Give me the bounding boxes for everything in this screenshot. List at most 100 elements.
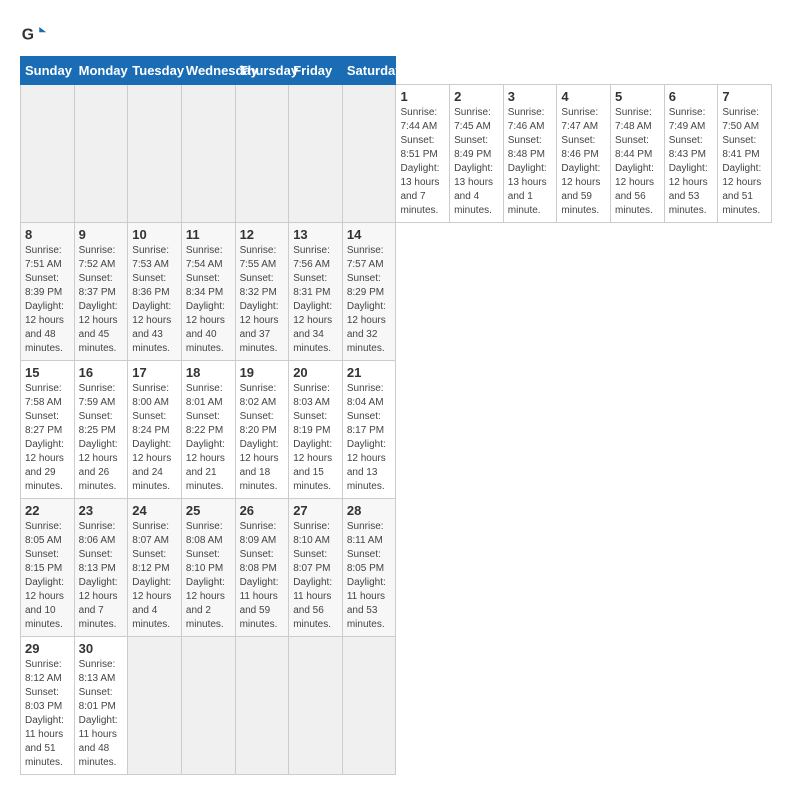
day-number: 2: [454, 89, 499, 104]
day-cell-2: 2 Sunrise: 7:45 AMSunset: 8:49 PMDaylight…: [450, 85, 504, 223]
day-cell-10: 10 Sunrise: 7:53 AMSunset: 8:36 PMDayligh…: [128, 223, 182, 361]
day-cell-16: 16Sunrise: 7:59 AMSunset: 8:25 PMDayligh…: [74, 361, 128, 499]
day-content: Sunrise: 8:11 AMSunset: 8:05 PMDaylight:…: [347, 520, 392, 632]
day-number: 9: [79, 227, 124, 242]
day-content: Sunrise: 8:08 AMSunset: 8:10 PMDaylight:…: [186, 520, 231, 632]
weekday-header-tuesday: Tuesday: [128, 57, 182, 85]
day-number: 27: [293, 503, 338, 518]
day-number: 21: [347, 365, 392, 380]
day-number: 14: [347, 227, 392, 242]
logo-icon: G: [20, 20, 48, 48]
day-content: Sunrise: 8:02 AMSunset: 8:20 PMDaylight:…: [240, 382, 285, 494]
day-content: Sunrise: 7:46 AMSunset: 8:48 PMDaylight:…: [508, 106, 553, 218]
day-number: 19: [240, 365, 285, 380]
day-content: Sunrise: 8:03 AMSunset: 8:19 PMDaylight:…: [293, 382, 338, 494]
day-number: 25: [186, 503, 231, 518]
day-cell-22: 22Sunrise: 8:05 AMSunset: 8:15 PMDayligh…: [21, 499, 75, 637]
day-content: Sunrise: 8:06 AMSunset: 8:13 PMDaylight:…: [79, 520, 124, 632]
day-content: Sunrise: 8:10 AMSunset: 8:07 PMDaylight:…: [293, 520, 338, 632]
weekday-header-monday: Monday: [74, 57, 128, 85]
day-cell-23: 23 Sunrise: 8:06 AMSunset: 8:13 PMDayligh…: [74, 499, 128, 637]
day-cell-4: 4Sunrise: 7:47 AMSunset: 8:46 PMDaylight…: [557, 85, 611, 223]
day-content: Sunrise: 7:56 AMSunset: 8:31 PMDaylight:…: [293, 244, 338, 356]
weekday-header-friday: Friday: [289, 57, 343, 85]
day-content: Sunrise: 8:01 AMSunset: 8:22 PMDaylight:…: [186, 382, 231, 494]
day-content: Sunrise: 8:13 AMSunset: 8:01 PMDaylight:…: [79, 658, 124, 770]
calendar-week-1: 1 Sunrise: 7:44 AMSunset: 8:51 PMDaylight…: [21, 85, 772, 223]
day-number: 7: [722, 89, 767, 104]
day-number: 5: [615, 89, 660, 104]
weekday-header-saturday: Saturday: [342, 57, 396, 85]
day-number: 20: [293, 365, 338, 380]
day-content: Sunrise: 7:44 AMSunset: 8:51 PMDaylight:…: [400, 106, 445, 218]
day-number: 22: [25, 503, 70, 518]
day-number: 24: [132, 503, 177, 518]
day-content: Sunrise: 7:52 AMSunset: 8:37 PMDaylight:…: [79, 244, 124, 356]
day-content: Sunrise: 7:57 AMSunset: 8:29 PMDaylight:…: [347, 244, 392, 356]
day-number: 12: [240, 227, 285, 242]
day-cell-12: 12 Sunrise: 7:55 AMSunset: 8:32 PMDayligh…: [235, 223, 289, 361]
day-content: Sunrise: 8:09 AMSunset: 8:08 PMDaylight:…: [240, 520, 285, 632]
empty-cell: [181, 85, 235, 223]
day-content: Sunrise: 7:49 AMSunset: 8:43 PMDaylight:…: [669, 106, 714, 218]
empty-cell: [235, 637, 289, 775]
day-number: 15: [25, 365, 70, 380]
day-content: Sunrise: 7:50 AMSunset: 8:41 PMDaylight:…: [722, 106, 767, 218]
day-content: Sunrise: 7:58 AMSunset: 8:27 PMDaylight:…: [25, 382, 70, 494]
day-number: 10: [132, 227, 177, 242]
day-cell-6: 6Sunrise: 7:49 AMSunset: 8:43 PMDaylight…: [664, 85, 718, 223]
day-content: Sunrise: 7:45 AMSunset: 8:49 PMDaylight:…: [454, 106, 499, 218]
day-content: Sunrise: 7:55 AMSunset: 8:32 PMDaylight:…: [240, 244, 285, 356]
day-number: 23: [79, 503, 124, 518]
day-content: Sunrise: 8:07 AMSunset: 8:12 PMDaylight:…: [132, 520, 177, 632]
day-cell-18: 18 Sunrise: 8:01 AMSunset: 8:22 PMDayligh…: [181, 361, 235, 499]
empty-cell: [289, 637, 343, 775]
svg-text:G: G: [22, 26, 34, 43]
day-number: 3: [508, 89, 553, 104]
day-content: Sunrise: 7:54 AMSunset: 8:34 PMDaylight:…: [186, 244, 231, 356]
day-cell-1: 1 Sunrise: 7:44 AMSunset: 8:51 PMDaylight…: [396, 85, 450, 223]
weekday-header-thursday: Thursday: [235, 57, 289, 85]
day-cell-3: 3 Sunrise: 7:46 AMSunset: 8:48 PMDaylight…: [503, 85, 557, 223]
calendar-week-2: 8 Sunrise: 7:51 AMSunset: 8:39 PMDaylight…: [21, 223, 772, 361]
day-cell-15: 15 Sunrise: 7:58 AMSunset: 8:27 PMDayligh…: [21, 361, 75, 499]
day-content: Sunrise: 7:47 AMSunset: 8:46 PMDaylight:…: [561, 106, 606, 218]
day-cell-25: 25 Sunrise: 8:08 AMSunset: 8:10 PMDayligh…: [181, 499, 235, 637]
day-cell-9: 9 Sunrise: 7:52 AMSunset: 8:37 PMDaylight…: [74, 223, 128, 361]
day-cell-24: 24 Sunrise: 8:07 AMSunset: 8:12 PMDayligh…: [128, 499, 182, 637]
day-cell-20: 20 Sunrise: 8:03 AMSunset: 8:19 PMDayligh…: [289, 361, 343, 499]
day-number: 1: [400, 89, 445, 104]
day-cell-14: 14 Sunrise: 7:57 AMSunset: 8:29 PMDayligh…: [342, 223, 396, 361]
weekday-header-sunday: Sunday: [21, 57, 75, 85]
day-cell-17: 17Sunrise: 8:00 AMSunset: 8:24 PMDayligh…: [128, 361, 182, 499]
day-cell-8: 8 Sunrise: 7:51 AMSunset: 8:39 PMDaylight…: [21, 223, 75, 361]
day-cell-30: 30 Sunrise: 8:13 AMSunset: 8:01 PMDayligh…: [74, 637, 128, 775]
empty-cell: [21, 85, 75, 223]
day-cell-28: 28 Sunrise: 8:11 AMSunset: 8:05 PMDayligh…: [342, 499, 396, 637]
empty-cell: [128, 85, 182, 223]
empty-cell: [342, 637, 396, 775]
calendar-week-4: 22Sunrise: 8:05 AMSunset: 8:15 PMDayligh…: [21, 499, 772, 637]
day-number: 18: [186, 365, 231, 380]
day-content: Sunrise: 8:00 AMSunset: 8:24 PMDaylight:…: [132, 382, 177, 494]
empty-cell: [235, 85, 289, 223]
day-number: 28: [347, 503, 392, 518]
day-cell-11: 11 Sunrise: 7:54 AMSunset: 8:34 PMDayligh…: [181, 223, 235, 361]
day-content: Sunrise: 8:12 AMSunset: 8:03 PMDaylight:…: [25, 658, 70, 770]
empty-cell: [289, 85, 343, 223]
day-number: 11: [186, 227, 231, 242]
day-content: Sunrise: 7:53 AMSunset: 8:36 PMDaylight:…: [132, 244, 177, 356]
day-content: Sunrise: 7:51 AMSunset: 8:39 PMDaylight:…: [25, 244, 70, 356]
day-cell-7: 7 Sunrise: 7:50 AMSunset: 8:41 PMDaylight…: [718, 85, 772, 223]
calendar-week-5: 29 Sunrise: 8:12 AMSunset: 8:03 PMDayligh…: [21, 637, 772, 775]
logo: G: [20, 20, 52, 48]
day-number: 30: [79, 641, 124, 656]
day-number: 29: [25, 641, 70, 656]
day-cell-27: 27 Sunrise: 8:10 AMSunset: 8:07 PMDayligh…: [289, 499, 343, 637]
day-cell-29: 29 Sunrise: 8:12 AMSunset: 8:03 PMDayligh…: [21, 637, 75, 775]
weekday-header-wednesday: Wednesday: [181, 57, 235, 85]
empty-cell: [128, 637, 182, 775]
day-number: 8: [25, 227, 70, 242]
day-content: Sunrise: 7:48 AMSunset: 8:44 PMDaylight:…: [615, 106, 660, 218]
day-cell-13: 13Sunrise: 7:56 AMSunset: 8:31 PMDayligh…: [289, 223, 343, 361]
